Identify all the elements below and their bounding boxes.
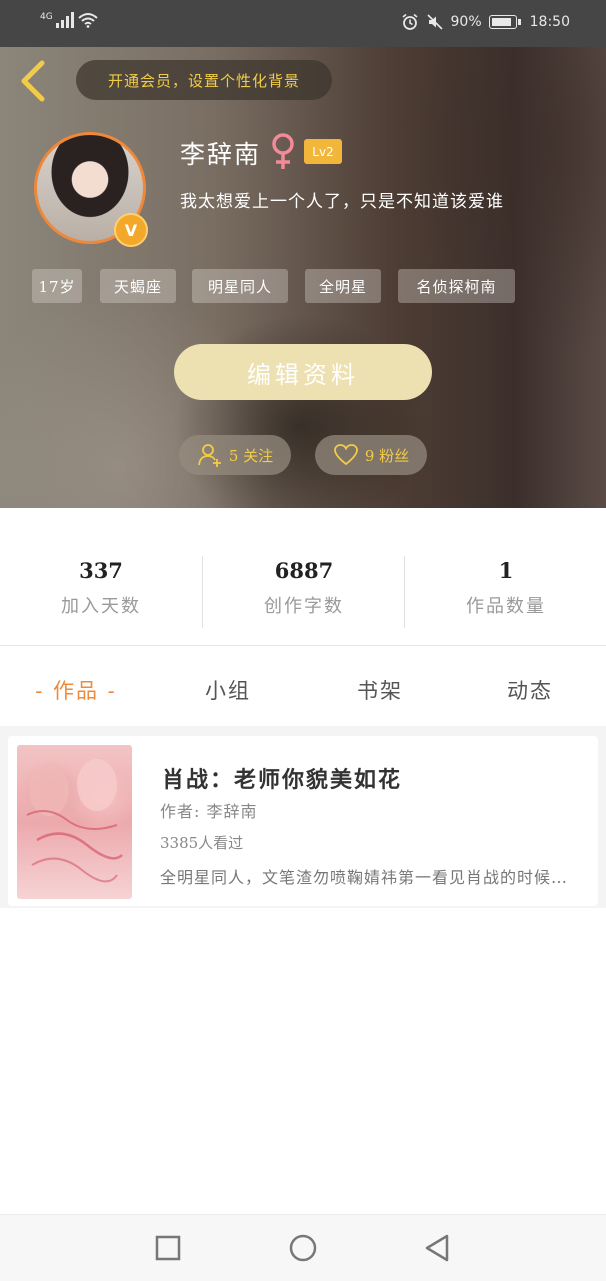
stat-value: 337: [79, 558, 123, 583]
battery-percent: 90%: [450, 14, 482, 30]
back-arrow-icon[interactable]: [16, 59, 52, 103]
book-author: 作者: 李辞南: [160, 802, 258, 821]
book-description: 全明星同人，文笔渣勿喷鞠婧祎第一看见肖战的时候就被他吸引了: [160, 868, 580, 887]
clock: 18:50: [529, 14, 570, 30]
tag-category: 全明星: [305, 269, 381, 303]
stat-value: 1: [498, 558, 514, 583]
system-nav-bar: [0, 1214, 606, 1281]
status-bar: 4G 90% 18:50: [0, 0, 606, 47]
status-right: 90% 18:50: [401, 13, 570, 31]
triangle-back-icon[interactable]: [420, 1231, 454, 1265]
cover-art-icon: [26, 759, 123, 883]
square-icon[interactable]: [151, 1231, 185, 1265]
heart-icon: [333, 444, 358, 466]
verified-badge: V: [114, 213, 148, 247]
tab-groups[interactable]: 小组: [152, 664, 304, 716]
stat-label: 作品数量: [466, 596, 546, 617]
book-cover-image[interactable]: [17, 745, 132, 899]
stat-value: 6887: [274, 558, 334, 583]
following-count: 5 关注: [228, 446, 274, 465]
tag-zodiac: 天蝎座: [100, 269, 176, 303]
battery-icon: [488, 15, 521, 29]
network-type: 4G: [40, 12, 53, 22]
stat-days: 337 加入天数: [0, 556, 202, 628]
tag-age: 17岁: [32, 269, 82, 303]
book-title[interactable]: 肖战：老师你貌美如花: [162, 762, 402, 794]
stat-words: 6887 创作字数: [203, 556, 405, 628]
followers-button[interactable]: 9 粉丝: [315, 435, 427, 475]
wifi-icon: [78, 13, 98, 28]
signal-indicator: 4G: [40, 12, 99, 28]
stat-label: 加入天数: [61, 596, 141, 617]
followers-count: 9 粉丝: [364, 446, 410, 465]
stats-row: 337 加入天数 6887 创作字数 1 作品数量: [0, 556, 606, 628]
book-views: 3385人看过: [160, 834, 244, 852]
circle-icon[interactable]: [286, 1231, 320, 1265]
edit-profile-button[interactable]: 编辑资料: [174, 344, 432, 400]
following-button[interactable]: 5 关注: [179, 435, 291, 475]
female-gender-icon: [272, 133, 294, 169]
level-badge: Lv2: [304, 139, 342, 164]
divider: [0, 645, 606, 646]
tab-bookshelf[interactable]: 书架: [304, 664, 456, 716]
tag-fandom: 名侦探柯南: [398, 269, 515, 303]
stat-label: 创作字数: [264, 596, 344, 617]
user-bio: 我太想爱上一个人了，只是不知道该爱谁: [180, 192, 504, 212]
tab-works[interactable]: - 作品 -: [0, 664, 152, 716]
profile-header: 开通会员，设置个性化背景 V 李辞南 Lv2 我太想爱上一个人了，只是不知道该爱…: [0, 47, 606, 508]
signal-bars-icon: [55, 12, 74, 28]
vip-background-banner[interactable]: 开通会员，设置个性化背景: [76, 60, 332, 100]
mute-icon: [426, 14, 443, 30]
user-name: 李辞南: [180, 140, 262, 169]
book-card[interactable]: 肖战：老师你貌美如花 作者: 李辞南 3385人看过 全明星同人，文笔渣勿喷鞠婧…: [8, 736, 598, 906]
stat-works: 1 作品数量: [405, 556, 606, 628]
tag-genre: 明星同人: [192, 269, 288, 303]
alarm-icon: [402, 13, 418, 30]
add-user-icon: [197, 444, 221, 467]
content-tabs: - 作品 - 小组 书架 动态: [0, 664, 606, 716]
tab-activity[interactable]: 动态: [454, 664, 606, 716]
